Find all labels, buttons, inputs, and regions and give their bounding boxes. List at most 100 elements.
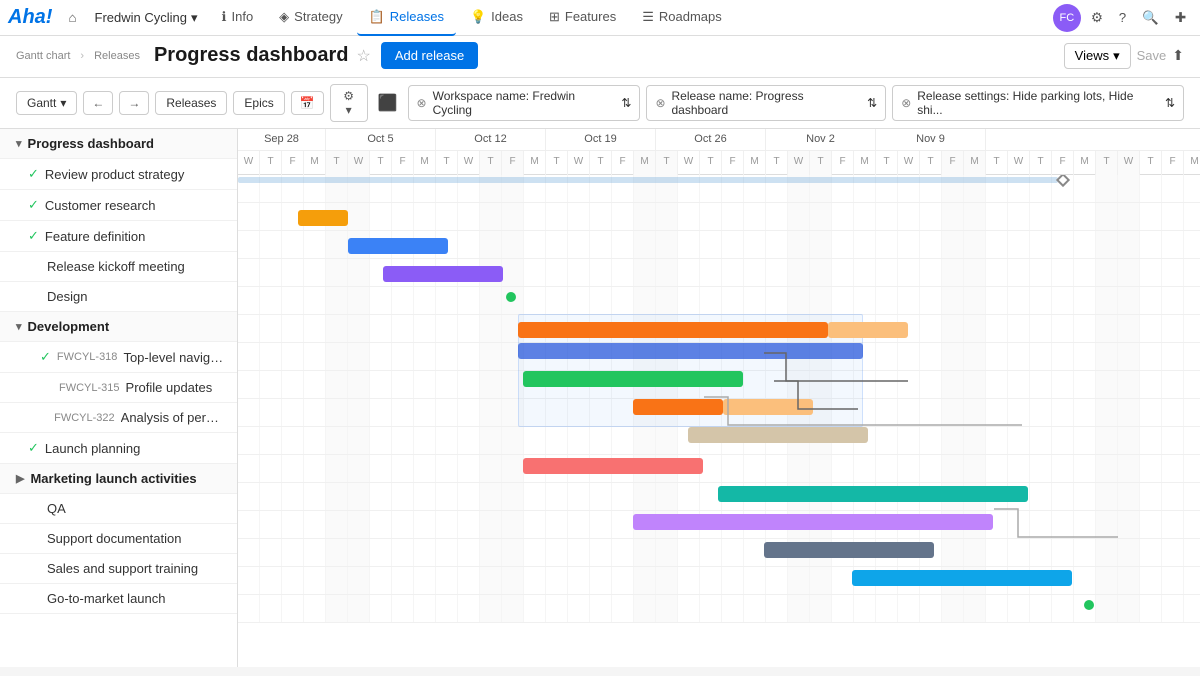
workspace-selector[interactable]: Fredwin Cycling ▾ (85, 6, 208, 30)
bar-review-product[interactable] (298, 210, 348, 226)
home-button[interactable]: ⌂ (62, 6, 82, 29)
sidebar-item-release-kickoff[interactable]: Release kickoff meeting (0, 252, 237, 282)
sidebar-item-fwcyl-318[interactable]: ✓ FWCYL-318 Top-level navigation re... (0, 342, 237, 373)
bar-support-doc[interactable] (764, 542, 934, 558)
sidebar-item-customer-research[interactable]: ✓ Customer research (0, 190, 237, 221)
release-filter-pill[interactable]: ⊗ Release name: Progress dashboard ⇅ (646, 85, 886, 121)
sidebar-item-label: Analysis of personal race g... (121, 410, 225, 425)
sidebar-item-label: Review product strategy (45, 167, 184, 182)
page-title: Progress dashboard (154, 44, 349, 67)
sidebar-item-label: Customer research (45, 198, 156, 213)
sidebar: ▾ Progress dashboard ✓ Review product st… (0, 129, 238, 667)
sidebar-item-feature-definition[interactable]: ✓ Feature definition (0, 221, 237, 252)
gantt-label: Gantt chart (16, 50, 70, 62)
sidebar-item-label: Release kickoff meeting (47, 259, 185, 274)
sidebar-item-label: Profile updates (126, 380, 213, 395)
filter-button[interactable]: ⬛ (374, 89, 402, 117)
nav-releases[interactable]: 📋 Releases (357, 0, 456, 36)
workspace-arrow: ▾ (191, 10, 198, 26)
sidebar-item-support-doc[interactable]: Support documentation (0, 524, 237, 554)
save-button[interactable]: Save (1137, 48, 1167, 63)
bar-fwcyl-322[interactable] (688, 427, 868, 443)
user-avatar[interactable]: FC (1053, 4, 1081, 32)
nav-strategy-label: Strategy (294, 9, 342, 24)
date-groups-row: Sep 28 Oct 5 Oct 12 Oct 19 Oct 26 Nov 2 … (238, 129, 1200, 151)
filter-remove-1[interactable]: ⊗ (417, 96, 427, 110)
progress-dashboard-bar[interactable] (238, 177, 1058, 183)
release-settings-pill[interactable]: ⊗ Release settings: Hide parking lots, H… (892, 85, 1184, 121)
milestone-go-to-market[interactable] (1084, 600, 1094, 610)
nav-strategy[interactable]: ◈ Strategy (267, 0, 354, 36)
check-icon: ✓ (28, 166, 39, 182)
settings-toolbar-button[interactable]: ⚙ ▾ (330, 84, 368, 122)
sidebar-item-fwcyl-322[interactable]: FWCYL-322 Analysis of personal race g... (0, 403, 237, 433)
sidebar-item-qa[interactable]: QA (0, 494, 237, 524)
sidebar-item-fwcyl-315[interactable]: FWCYL-315 Profile updates (0, 373, 237, 403)
nav-roadmaps[interactable]: ☰ Roadmaps (630, 0, 734, 36)
sidebar-item-design[interactable]: Design (0, 282, 237, 312)
bar-feature-definition[interactable] (383, 266, 503, 282)
sidebar-item-development[interactable]: ▾ Development (0, 312, 237, 342)
sidebar-item-label: Go-to-market launch (47, 591, 166, 606)
date-group-oct5: Oct 5 (326, 129, 436, 150)
logo[interactable]: Aha! (8, 6, 52, 29)
calendar-button[interactable]: 📅 (291, 91, 324, 115)
item-code: FWCYL-322 (54, 412, 115, 424)
sidebar-item-progress-dashboard[interactable]: ▾ Progress dashboard (0, 129, 237, 159)
sub-header: Gantt chart › Releases Progress dashboar… (0, 36, 1200, 78)
gantt-dropdown[interactable]: Gantt ▾ (16, 91, 77, 115)
item-code: FWCYL-318 (57, 351, 118, 363)
nav-ideas[interactable]: 💡 Ideas (458, 0, 535, 36)
top-nav: Aha! ⌂ Fredwin Cycling ▾ ℹ Info ◈ Strate… (0, 0, 1200, 36)
nav-features-label: Features (565, 9, 616, 24)
epics-btn-label: Epics (244, 96, 273, 110)
check-icon: ✓ (28, 228, 39, 244)
gantt-arrow: ▾ (60, 96, 66, 110)
bar-sales-training[interactable] (852, 570, 1072, 586)
milestone-release-kickoff[interactable] (506, 292, 516, 302)
export-button[interactable]: ⬆ (1172, 47, 1184, 64)
sidebar-item-marketing[interactable]: ▶ Marketing launch activities (0, 464, 237, 494)
add-release-button[interactable]: Add release (381, 42, 478, 69)
filter-remove-2[interactable]: ⊗ (655, 96, 665, 110)
bar-fwcyl-315-main[interactable] (633, 399, 723, 415)
redo-button[interactable]: → (119, 91, 149, 115)
new-button[interactable]: ✚ (1169, 6, 1192, 30)
main-content: ▾ Progress dashboard ✓ Review product st… (0, 129, 1200, 667)
nav-features[interactable]: ⊞ Features (537, 0, 628, 36)
filter-remove-3[interactable]: ⊗ (901, 96, 911, 110)
bar-fwcyl-318[interactable] (523, 371, 743, 387)
sidebar-item-go-to-market[interactable]: Go-to-market launch (0, 584, 237, 614)
breadcrumb-releases[interactable]: Releases (94, 50, 140, 62)
views-button[interactable]: Views ▾ (1064, 43, 1131, 69)
bar-development-group[interactable] (518, 343, 863, 359)
sidebar-group-label: Marketing launch activities (30, 471, 196, 486)
releases-button[interactable]: Releases (155, 91, 227, 115)
bar-marketing-launch[interactable] (718, 486, 1028, 502)
undo-button[interactable]: ← (83, 91, 113, 115)
gantt-label-btn: Gantt (27, 96, 56, 110)
bar-fwcyl-315-ext[interactable] (723, 399, 813, 415)
bar-launch-planning[interactable] (523, 458, 703, 474)
settings-button[interactable]: ⚙ (1085, 6, 1109, 30)
search-button[interactable]: 🔍 (1136, 6, 1165, 30)
bar-customer-research[interactable] (348, 238, 448, 254)
ideas-icon: 💡 (470, 9, 486, 25)
sidebar-item-review-product[interactable]: ✓ Review product strategy (0, 159, 237, 190)
bar-qa[interactable] (633, 514, 993, 530)
date-group-nov9: Nov 9 (876, 129, 986, 150)
sidebar-item-sales-training[interactable]: Sales and support training (0, 554, 237, 584)
star-button[interactable]: ☆ (356, 46, 370, 66)
workspace-filter-pill[interactable]: ⊗ Workspace name: Fredwin Cycling ⇅ (408, 85, 641, 121)
bar-design-main[interactable] (518, 322, 828, 338)
bar-design-light[interactable] (828, 322, 908, 338)
sidebar-item-launch-planning[interactable]: ✓ Launch planning (0, 433, 237, 464)
chevron-down-icon: ▾ (16, 320, 22, 333)
help-button[interactable]: ? (1113, 6, 1132, 29)
release-filter-label: Release name: Progress dashboard (672, 89, 862, 117)
epics-button[interactable]: Epics (233, 91, 284, 115)
sidebar-item-label: Support documentation (47, 531, 181, 546)
nav-info[interactable]: ℹ Info (210, 0, 266, 36)
release-filter-arrow: ⇅ (867, 96, 877, 110)
sidebar-item-label: Sales and support training (47, 561, 198, 576)
